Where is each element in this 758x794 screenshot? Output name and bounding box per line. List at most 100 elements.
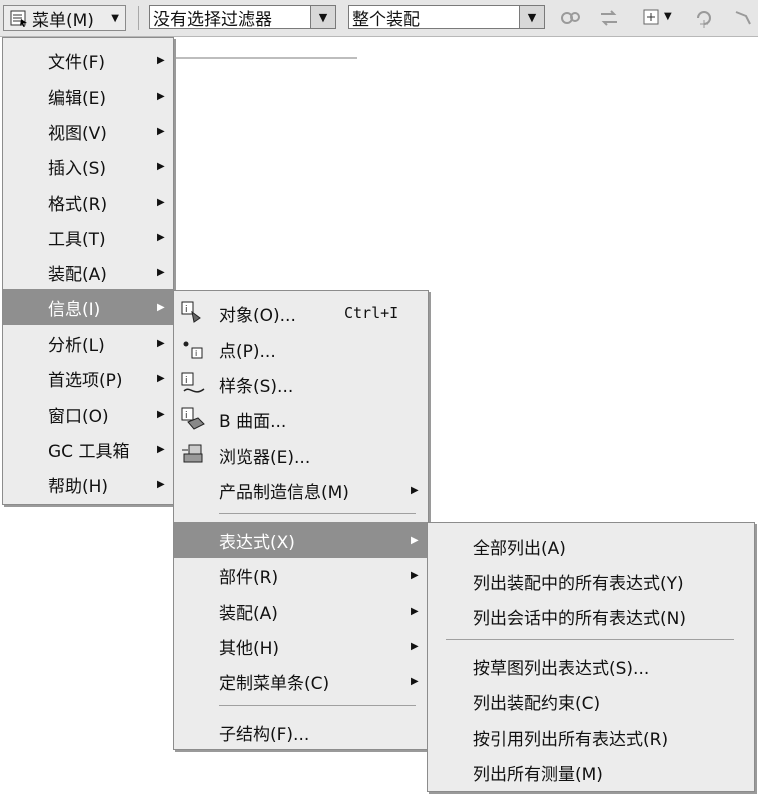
menu-item-information[interactable]: 信息(I) ▶ — [3, 289, 173, 325]
menu-item-label: 其他(H) — [219, 638, 280, 659]
surface-info-icon: i — [181, 407, 205, 430]
chevron-down-icon[interactable]: ▼ — [664, 11, 672, 22]
menu-item-format[interactable]: 格式(R) ▶ — [3, 184, 173, 220]
menu-item-label: 编辑(E) — [48, 88, 107, 109]
chevron-right-icon: ▶ — [411, 675, 419, 687]
chevron-right-icon: ▶ — [157, 408, 165, 420]
menu-item-gc-toolkit[interactable]: GC 工具箱 ▶ — [3, 431, 173, 467]
chevron-right-icon: ▶ — [157, 372, 165, 384]
svg-text:i: i — [185, 411, 188, 421]
rotate-icon[interactable] — [694, 8, 716, 28]
menu-item-label: 列出装配中的所有表达式(Y) — [473, 573, 684, 594]
shortcut-label: Ctrl+I — [344, 304, 399, 322]
menu-item-view[interactable]: 视图(V) ▶ — [3, 113, 173, 149]
chevron-right-icon: ▶ — [157, 160, 165, 172]
menu-item-label: 工具(T) — [48, 229, 106, 250]
menu-item-label: 按引用列出所有表达式(R) — [473, 729, 669, 750]
menu-item-label: 样条(S)... — [219, 376, 294, 397]
menu-item-label: 首选项(P) — [48, 370, 123, 391]
menu-item-label: GC 工具箱 — [48, 441, 130, 462]
browser-icon — [182, 444, 203, 463]
menu-item-label: 列出装配约束(C) — [473, 693, 601, 714]
menu-item-label: 表达式(X) — [219, 532, 295, 553]
menu-item-b-surface[interactable]: i B 曲面... — [174, 401, 428, 437]
menu-item-label: 对象(O)... — [219, 305, 296, 326]
menu-item-label: 装配(A) — [48, 264, 107, 285]
selection-scope-dropdown[interactable]: 整个装配 ▼ — [348, 5, 545, 30]
menu-item-assembly-info[interactable]: 装配(A) ▶ — [174, 593, 428, 629]
menu-icon — [10, 10, 27, 27]
swap-icon[interactable] — [598, 8, 620, 28]
chevron-right-icon: ▶ — [157, 196, 165, 208]
menu-item-list-all[interactable]: 全部列出(A) — [428, 528, 754, 564]
menu-item-label: 全部列出(A) — [473, 538, 566, 559]
menu-item-assembly[interactable]: 装配(A) ▶ — [3, 254, 173, 290]
menu-item-label: 点(P)... — [219, 341, 276, 362]
menu-item-pmi[interactable]: 产品制造信息(M) ▶ — [174, 472, 428, 508]
menu-item-spline[interactable]: i 样条(S)... — [174, 366, 428, 402]
chevron-right-icon: ▶ — [411, 605, 419, 617]
menu-item-window[interactable]: 窗口(O) ▶ — [3, 396, 173, 432]
pointer-icon[interactable] — [732, 8, 754, 28]
menu-item-label: 视图(V) — [48, 123, 107, 144]
menu-item-file[interactable]: 文件(F) ▶ — [3, 42, 173, 78]
point-snap-icon[interactable] — [642, 8, 664, 28]
menu-item-label: 列出所有测量(M) — [473, 764, 603, 785]
menu-item-label: 帮助(H) — [48, 476, 109, 497]
menu-item-browser[interactable]: 浏览器(E)... — [174, 437, 428, 473]
menu-item-analysis[interactable]: 分析(L) ▶ — [3, 325, 173, 361]
menu-item-label: 按草图列出表达式(S)... — [473, 658, 650, 679]
chevron-right-icon: ▶ — [411, 640, 419, 652]
menu-item-tools[interactable]: 工具(T) ▶ — [3, 219, 173, 255]
chevron-right-icon: ▶ — [411, 484, 419, 496]
chevron-right-icon: ▶ — [157, 125, 165, 137]
svg-text:i: i — [185, 305, 188, 315]
chevron-down-icon: ▼ — [111, 12, 119, 24]
menu-item-label: B 曲面... — [219, 411, 287, 432]
menu-item-expression[interactable]: 表达式(X) ▶ — [174, 522, 428, 558]
menu-item-part[interactable]: 部件(R) ▶ — [174, 557, 428, 593]
menu-item-label: 信息(I) — [48, 299, 101, 320]
menu-item-edit[interactable]: 编辑(E) ▶ — [3, 78, 173, 114]
menu-item-list-in-session[interactable]: 列出会话中的所有表达式(N) — [428, 598, 754, 634]
selection-scope-value: 整个装配 — [352, 9, 420, 30]
chevron-right-icon: ▶ — [157, 90, 165, 102]
menu-item-label: 装配(A) — [219, 603, 278, 624]
chevron-right-icon: ▶ — [157, 301, 165, 313]
selection-filter-dropdown[interactable]: 没有选择过滤器 ▼ — [149, 5, 336, 30]
menu-item-object[interactable]: i 对象(O)... Ctrl+I — [174, 295, 428, 331]
menu-item-list-assembly-constraints[interactable]: 列出装配约束(C) — [428, 683, 754, 719]
menu-item-point[interactable]: i 点(P)... — [174, 331, 428, 367]
menu-item-custom-menubar[interactable]: 定制菜单条(C) ▶ — [174, 663, 428, 699]
menu-item-label: 文件(F) — [48, 52, 106, 73]
toolbar-separator — [138, 6, 139, 30]
menu-item-label: 分析(L) — [48, 335, 105, 356]
snap-icon[interactable] — [560, 8, 582, 28]
chevron-down-icon[interactable]: ▼ — [519, 6, 544, 28]
menu-item-list-by-sketch[interactable]: 按草图列出表达式(S)... — [428, 648, 754, 684]
menu-button-label: 菜单(M) — [32, 10, 94, 31]
menu-item-preferences[interactable]: 首选项(P) ▶ — [3, 360, 173, 396]
menu-item-list-by-reference[interactable]: 按引用列出所有表达式(R) — [428, 719, 754, 755]
menu-item-label: 浏览器(E)... — [219, 447, 311, 468]
menu-item-label: 格式(R) — [48, 194, 108, 215]
chevron-down-icon[interactable]: ▼ — [310, 6, 335, 28]
menu-button[interactable]: 菜单(M) ▼ — [3, 5, 126, 31]
chevron-right-icon: ▶ — [157, 266, 165, 278]
menu-item-list-all-measurements[interactable]: 列出所有测量(M) — [428, 754, 754, 790]
menu-item-label: 子结构(F)... — [219, 724, 310, 745]
svg-text:i: i — [185, 376, 188, 386]
menu-item-list-in-assembly[interactable]: 列出装配中的所有表达式(Y) — [428, 563, 754, 599]
point-info-icon: i — [183, 341, 203, 359]
selection-filter-value: 没有选择过滤器 — [153, 9, 272, 30]
menu-separator — [219, 513, 416, 514]
menu-item-label: 列出会话中的所有表达式(N) — [473, 608, 686, 629]
menu-item-insert[interactable]: 插入(S) ▶ — [3, 148, 173, 184]
menu-item-label: 部件(R) — [219, 567, 279, 588]
menu-item-help[interactable]: 帮助(H) ▶ — [3, 466, 173, 502]
menu-item-substructure[interactable]: 子结构(F)... — [174, 714, 428, 750]
menu-item-label: 产品制造信息(M) — [219, 482, 349, 503]
menu-item-other[interactable]: 其他(H) ▶ — [174, 628, 428, 664]
menu-separator — [219, 705, 416, 706]
chevron-right-icon: ▶ — [157, 231, 165, 243]
